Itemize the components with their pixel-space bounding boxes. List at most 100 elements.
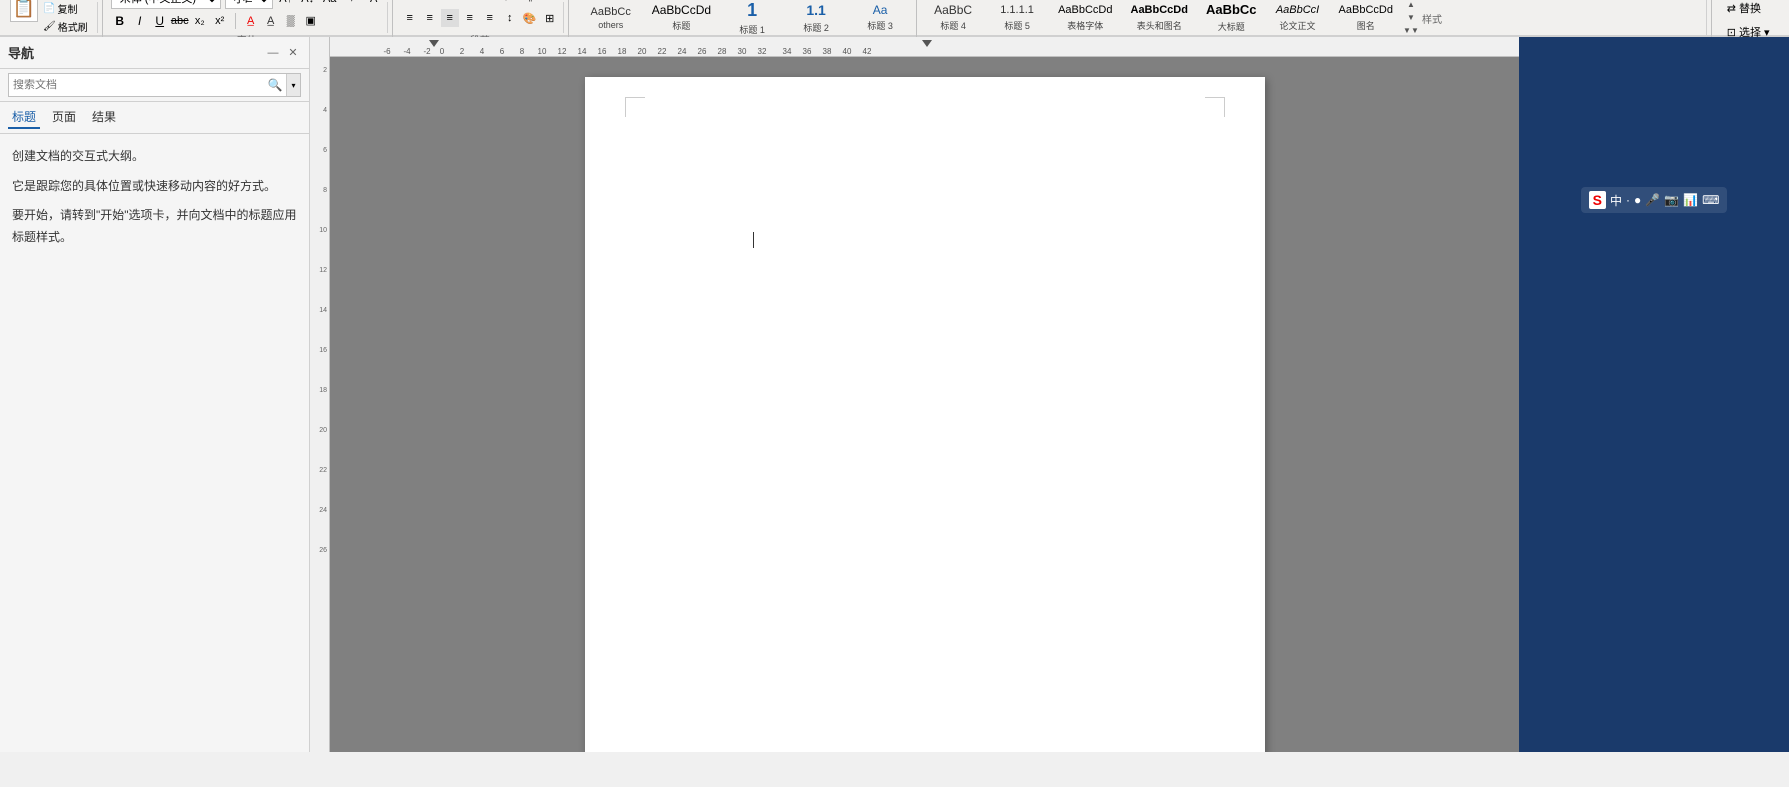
shade-button[interactable]: ▒ xyxy=(282,12,300,30)
v-mark-14: 14 xyxy=(319,307,327,314)
nav-tab-results[interactable]: 结果 xyxy=(88,106,120,129)
ruler-left-margin[interactable] xyxy=(429,40,439,47)
style-preview-body: AaBbCcI xyxy=(1276,3,1319,17)
style-item-h3[interactable]: Aa 标题 3 xyxy=(850,0,910,35)
page-corner-tl xyxy=(625,97,645,117)
nav-controls: — ✕ xyxy=(265,45,301,61)
borders-btn[interactable]: ⊞ xyxy=(541,9,559,27)
search-button[interactable]: 🔍 xyxy=(264,74,286,96)
style-item-h5[interactable]: 1.1.1.1 标题 5 xyxy=(987,0,1047,34)
increase-font-btn[interactable]: A↑ xyxy=(277,0,295,8)
justify-distribute-btn[interactable]: ≡ xyxy=(481,9,499,27)
document-page[interactable] xyxy=(585,77,1265,752)
sougou-camera[interactable]: 📷 xyxy=(1664,193,1679,207)
italic-button[interactable]: I xyxy=(131,12,149,30)
decrease-indent-btn[interactable]: ⇤ xyxy=(461,0,479,6)
style-item-body[interactable]: AaBbCcI 论文正文 xyxy=(1268,0,1328,34)
font-size-select[interactable]: 小四 xyxy=(225,0,273,9)
search-input[interactable] xyxy=(9,79,264,91)
style-preview-table-text: AaBbCcDd xyxy=(1058,3,1112,17)
style-preview-h4: AaBbC xyxy=(934,3,972,19)
ruler-mark-neg4: -4 xyxy=(403,47,410,56)
format-button[interactable]: 🖌 格式刷 xyxy=(40,18,91,35)
fill-color-btn[interactable]: 🎨 xyxy=(521,9,539,27)
styles-scroll-up[interactable]: ▲ xyxy=(1404,0,1418,11)
show-marks-btn[interactable]: ¶ xyxy=(521,0,539,6)
font-name-select[interactable]: 宋体 (中文正文) xyxy=(111,0,221,9)
right-sidebar: S 中 · ● 🎤 📷 📊 ⌨ xyxy=(1519,37,1789,752)
styles-scroll-down[interactable]: ▼ xyxy=(1404,12,1418,24)
text-cursor xyxy=(753,232,754,248)
style-label-body: 论文正文 xyxy=(1280,19,1316,32)
v-mark-22: 22 xyxy=(319,467,327,474)
document-scroll-area[interactable] xyxy=(330,57,1519,752)
style-item-fig[interactable]: AaBbCcDd 图名 xyxy=(1332,0,1400,34)
ruler-right-margin[interactable] xyxy=(922,40,932,47)
nav-minimize-btn[interactable]: — xyxy=(265,45,281,61)
document-area: -6 -4 -2 0 2 4 6 8 10 12 14 16 18 20 22 … xyxy=(330,37,1519,752)
ruler-mark-neg6: -6 xyxy=(383,47,390,56)
list-bullet-btn[interactable]: ≡• xyxy=(401,0,419,6)
style-item-h1[interactable]: 1 标题 1 xyxy=(722,0,782,39)
sort-btn[interactable]: ↕A xyxy=(501,0,519,6)
text-effect-btn[interactable]: A xyxy=(365,0,383,8)
ruler-mark-28: 28 xyxy=(718,47,727,56)
decrease-font-btn[interactable]: A↓ xyxy=(299,0,317,8)
style-item-title[interactable]: AaBbCcDd 标题 xyxy=(645,0,718,35)
style-item-others[interactable]: AaBbCc others xyxy=(581,2,641,33)
v-mark-18: 18 xyxy=(319,387,327,394)
style-item-h2[interactable]: 1.1 标题 2 xyxy=(786,0,846,37)
paste-button[interactable]: 📋 xyxy=(10,0,38,22)
superscript-button[interactable]: x² xyxy=(211,12,229,30)
sougou-mic[interactable]: 🎤 xyxy=(1645,193,1660,207)
search-box: 🔍 ▾ xyxy=(8,73,301,97)
ruler-mark-2: 2 xyxy=(460,47,464,56)
list-multi-btn[interactable]: ≡≡ xyxy=(441,0,459,6)
styles-scroll: ▲ ▼ ▼▼ xyxy=(1404,0,1418,37)
subscript-button[interactable]: x₂ xyxy=(191,12,209,30)
bold-button[interactable]: B xyxy=(111,12,129,30)
style-preview-table-head: AaBbCcDd xyxy=(1131,3,1188,17)
v-mark-20: 20 xyxy=(319,427,327,434)
align-left-btn[interactable]: ≡ xyxy=(401,9,419,27)
sougou-dot2[interactable]: ● xyxy=(1634,193,1641,207)
align-justify-btn[interactable]: ≡ xyxy=(461,9,479,27)
increase-indent-btn[interactable]: ⇥ xyxy=(481,0,499,6)
ruler-mark-30: 30 xyxy=(738,47,747,56)
clear-format-btn[interactable]: ✦ xyxy=(343,0,361,8)
sougou-keyboard[interactable]: ⌨ xyxy=(1702,193,1719,207)
align-center-btn[interactable]: ≡ xyxy=(421,9,439,27)
search-dropdown[interactable]: ▾ xyxy=(286,74,300,96)
list-number-btn[interactable]: ≡1 xyxy=(421,0,439,6)
highlight-button[interactable]: A̲ xyxy=(242,12,260,30)
ruler-content: -6 -4 -2 0 2 4 6 8 10 12 14 16 18 20 22 … xyxy=(332,37,1517,56)
v-mark-26: 26 xyxy=(319,547,327,554)
line-spacing-btn[interactable]: ↕ xyxy=(501,9,519,27)
ruler-mark-16: 16 xyxy=(598,47,607,56)
toolbar-area: 📋 ✂ 剪切 📄 复制 🖌 格式刷 剪贴板 宋体 (中文正文) 小四 A↑ xyxy=(0,0,1789,37)
strikethrough-button[interactable]: abc xyxy=(171,12,189,30)
ruler-mark-32: 32 xyxy=(758,47,767,56)
sougou-dot[interactable]: · xyxy=(1626,193,1630,207)
nav-tab-headings[interactable]: 标题 xyxy=(8,106,40,129)
font-color-button[interactable]: A̲ xyxy=(262,12,280,30)
replace-button[interactable]: ⇄ 替换 xyxy=(1722,0,1779,19)
sougou-chart[interactable]: 📊 xyxy=(1683,193,1698,207)
nav-close-btn[interactable]: ✕ xyxy=(285,45,301,61)
style-item-table-head[interactable]: AaBbCcDd 表头和图名 xyxy=(1124,0,1195,34)
style-preview-h3: Aa xyxy=(873,3,888,19)
border-btn[interactable]: ▣ xyxy=(302,12,320,30)
ruler-mark-18: 18 xyxy=(618,47,627,56)
styles-expand[interactable]: ▼▼ xyxy=(1404,25,1418,37)
style-item-table-text[interactable]: AaBbCcDd 表格字体 xyxy=(1051,0,1119,34)
sougou-icon: S xyxy=(1589,191,1606,209)
change-case-btn[interactable]: Aa xyxy=(321,0,339,8)
style-label-h2: 标题 2 xyxy=(803,21,829,34)
style-item-big-title[interactable]: AaBbCc 大标题 xyxy=(1199,0,1264,36)
align-right-btn[interactable]: ≡ xyxy=(441,9,459,27)
style-item-h4[interactable]: AaBbC 标题 4 xyxy=(923,0,983,35)
nav-tab-pages[interactable]: 页面 xyxy=(48,106,80,129)
sougou-chinese[interactable]: 中 xyxy=(1610,192,1622,209)
copy-button[interactable]: 📄 复制 xyxy=(40,0,91,17)
underline-button[interactable]: U xyxy=(151,12,169,30)
